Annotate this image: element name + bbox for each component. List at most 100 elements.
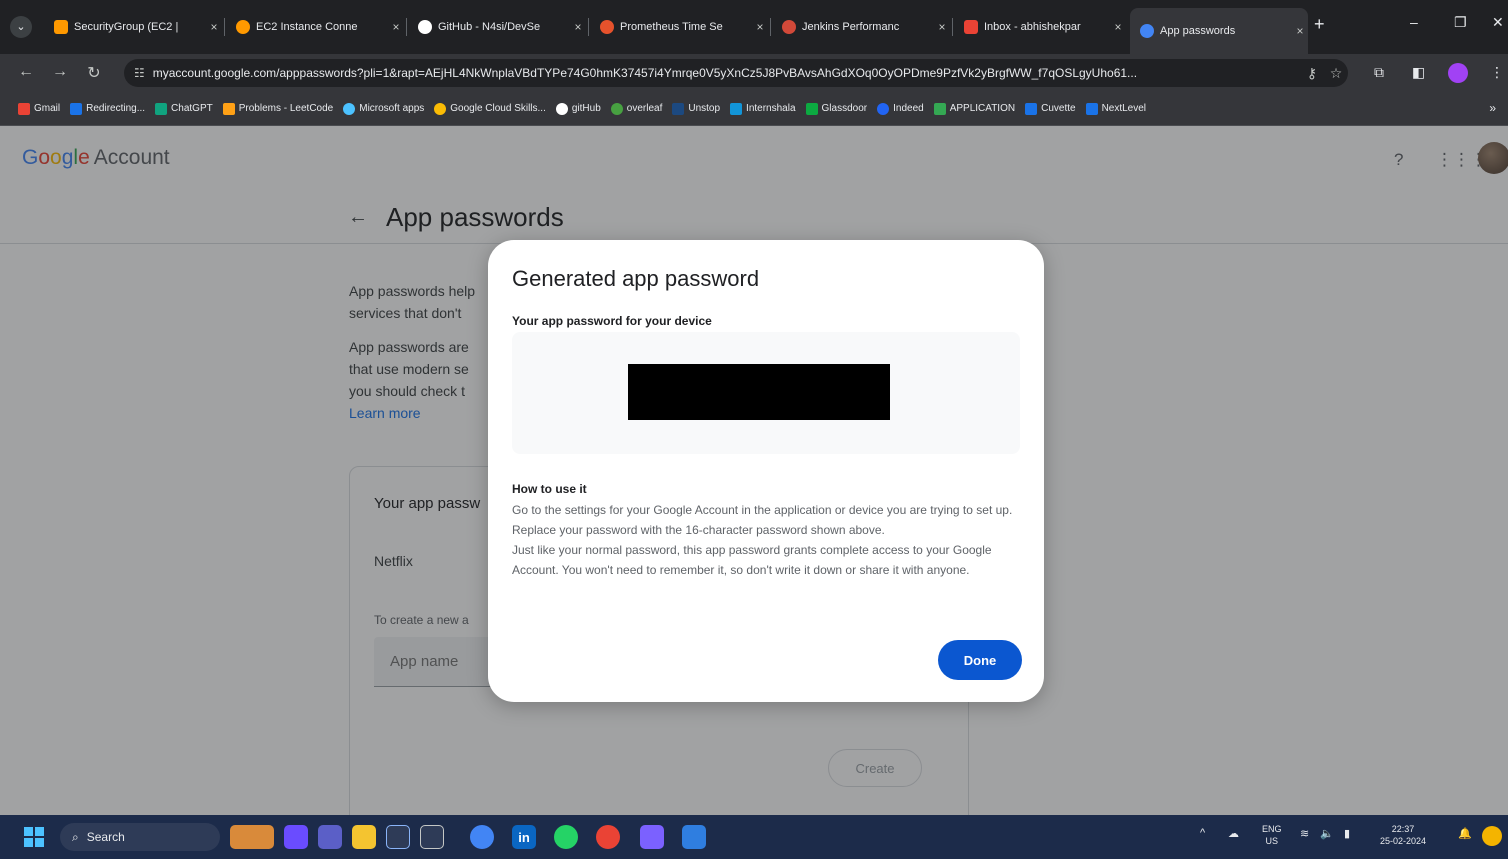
bookmark-gmail[interactable]: Gmail [18,102,60,115]
bookmark-chatgpt[interactable]: ChatGPT [155,102,213,115]
cloud-icon[interactable]: ☁ [1228,827,1239,840]
url-text[interactable]: myaccount.google.com/apppasswords?pli=1&… [153,66,1300,80]
reload-icon[interactable]: ↻ [84,63,104,83]
windows-start-icon[interactable] [24,827,44,847]
forward-icon[interactable]: → [50,63,70,81]
leetcode-icon [222,102,235,115]
extensions-icon[interactable]: ⧉ [1374,64,1384,81]
tab-securitygroup[interactable]: SecurityGroup (EC2 | × [44,10,222,44]
password-key-icon[interactable]: ⚷ [1300,65,1324,82]
file-explorer-icon[interactable] [352,825,376,849]
copilot-tray-icon[interactable] [1482,826,1502,846]
bookmark-glassdoor[interactable]: Glassdoor [805,102,867,115]
minimize-icon[interactable]: – [1410,14,1418,30]
bookmark-unstop[interactable]: Unstop [672,102,720,115]
page-content: Google Account ? ⋮⋮⋮ ← App passwords App … [0,126,1508,815]
bookmark-application[interactable]: APPLICATION [933,102,1015,115]
clock[interactable]: 22:37 25-02-2024 [1380,823,1426,847]
tray-overflow-icon[interactable]: ^ [1200,827,1205,839]
vscode-icon[interactable] [682,825,706,849]
tab-separator [770,18,771,36]
chatgpt-icon [155,102,168,115]
gmail-icon [18,102,30,115]
close-icon[interactable]: × [570,20,586,34]
bookmark-microsoft-apps[interactable]: Microsoft apps [343,102,424,115]
teams-icon[interactable] [318,825,342,849]
widgets-icon[interactable] [230,825,274,849]
sheets-icon [933,102,946,115]
restore-icon[interactable]: ❐ [1454,14,1467,31]
tab-app-passwords[interactable]: App passwords × [1130,8,1308,54]
menu-icon[interactable]: ⋮ [1490,64,1504,81]
search-icon: ⌕ [72,829,79,844]
tab-ec2-connect[interactable]: EC2 Instance Conne × [226,10,404,44]
done-button[interactable]: Done [938,640,1022,680]
back-icon[interactable]: ← [16,63,36,81]
close-icon[interactable]: × [752,20,768,34]
close-icon[interactable]: × [1292,24,1308,38]
chrome-profile-icon[interactable] [596,825,620,849]
windows-taskbar: ⌕ Search in ^ ☁ ENG US ≋ 🔈 ▮ 22:37 25-02… [0,815,1508,859]
notification-bell-icon[interactable]: 🔔 [1458,827,1472,840]
tab-search-chevron-icon[interactable]: ⌄ [10,16,32,38]
bookmarks-bar: Gmail Redirecting... ChatGPT Problems - … [0,92,1508,126]
tab-github[interactable]: GitHub - N4si/DevSe × [408,10,586,44]
store-icon[interactable] [420,825,444,849]
taskbar-search[interactable]: ⌕ Search [60,823,220,851]
app-icon[interactable] [640,825,664,849]
bookmark-overleaf[interactable]: overleaf [610,102,662,115]
how-to-use-heading: How to use it [512,482,587,496]
address-bar[interactable]: ☷ myaccount.google.com/apppasswords?pli=… [124,59,1348,87]
site-info-icon[interactable]: ☷ [134,66,145,80]
volume-icon[interactable]: 🔈 [1320,827,1334,840]
bookmarks-overflow-button[interactable]: » [1489,101,1496,115]
bookmark-favicon-icon [1085,102,1098,115]
tab-separator [952,18,953,36]
linkedin-icon[interactable]: in [512,825,536,849]
wifi-icon[interactable]: ≋ [1300,827,1309,840]
bookmark-redirecting[interactable]: Redirecting... [70,102,145,115]
browser-tab-strip: ⌄ SecurityGroup (EC2 | × EC2 Instance Co… [0,0,1508,54]
close-icon[interactable]: × [1110,20,1126,34]
bookmark-internshala[interactable]: Internshala [730,102,796,115]
github-icon [418,20,432,34]
close-icon[interactable]: × [388,20,404,34]
bookmark-favicon-icon [70,102,83,115]
generated-password-dialog: Generated app password Your app password… [488,240,1044,702]
tab-separator [406,18,407,36]
bookmark-github[interactable]: gitHub [555,102,601,115]
battery-icon[interactable]: ▮ [1344,827,1350,840]
tab-separator [224,18,225,36]
side-panel-icon[interactable]: ◧ [1412,64,1425,81]
tab-jenkins[interactable]: Jenkins Performanc × [772,10,950,44]
language-indicator[interactable]: ENG US [1262,823,1282,847]
redacted-password [628,364,890,420]
bookmark-favicon-icon [1025,102,1038,115]
close-icon[interactable]: × [934,20,950,34]
chat-icon[interactable] [284,825,308,849]
new-tab-button[interactable]: + [1314,14,1325,35]
bookmark-google-cloud[interactable]: Google Cloud Skills... [434,102,546,115]
unstop-icon [672,102,685,115]
screen: ⌄ SecurityGroup (EC2 | × EC2 Instance Co… [0,0,1508,859]
bookmark-star-icon[interactable]: ☆ [1324,65,1348,82]
dialog-subtitle: Your app password for your device [512,314,712,328]
copilot-icon[interactable] [386,825,410,849]
close-icon[interactable]: × [206,20,222,34]
github-icon [555,102,568,115]
password-display-box [512,332,1020,454]
tab-prometheus[interactable]: Prometheus Time Se × [590,10,768,44]
google-icon [1140,24,1154,38]
profile-icon[interactable] [1448,63,1468,83]
bookmark-indeed[interactable]: Indeed [877,102,924,115]
how-to-use-text: Go to the settings for your Google Accou… [512,503,1013,577]
bookmark-nextlevel[interactable]: NextLevel [1085,102,1146,115]
bookmark-cuvette[interactable]: Cuvette [1025,102,1076,115]
indeed-icon [877,102,890,115]
whatsapp-icon[interactable] [554,825,578,849]
window-close-icon[interactable]: ✕ [1492,14,1504,31]
bookmark-leetcode[interactable]: Problems - LeetCode [222,102,333,115]
internshala-icon [730,102,743,115]
chrome-icon[interactable] [470,825,494,849]
tab-gmail-inbox[interactable]: Inbox - abhishekpar × [954,10,1126,44]
